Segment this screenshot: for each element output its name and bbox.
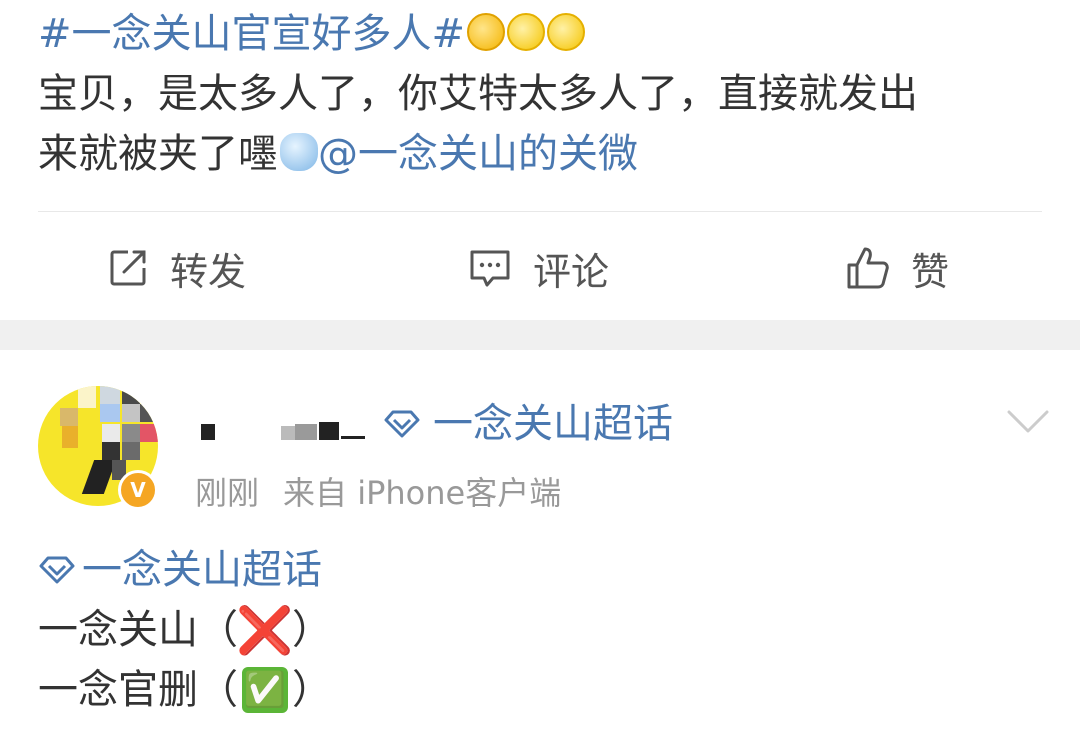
ice-emoji-icon — [280, 133, 318, 171]
post-card-2: V 一念关山超话 刚刚 来自 iPhone客户端 一念关山超话 一念关山 （ ❌… — [0, 350, 1080, 749]
verified-badge-icon: V — [118, 470, 158, 510]
paren-open: （ — [198, 667, 238, 713]
mention-link[interactable]: @一念关山的关微 — [318, 131, 638, 177]
diamond-icon — [384, 410, 420, 438]
body-line-2: 一念官删（✅） — [38, 660, 332, 720]
repost-label: 转发 — [170, 249, 247, 294]
laughing-tears-emoji-icon — [547, 13, 586, 51]
check-mark-icon: ✅ — [242, 667, 288, 713]
thumbs-up-icon — [847, 247, 889, 289]
post1-line-3: 来就被夹了嚜 @一念关山的关微 — [38, 126, 638, 182]
post2-body: 一念关山超话 一念关山（❌） 一念官删（✅） — [38, 540, 332, 720]
like-button[interactable]: 赞 — [845, 236, 949, 300]
comment-label: 评论 — [533, 249, 610, 294]
post1-line-2: 宝贝，是太多人了，你艾特太多人了，直接就发出 — [38, 71, 918, 117]
divider — [38, 211, 1042, 212]
diamond-icon — [39, 556, 75, 584]
post1-line-1: #一念关山官宣好多人# — [38, 6, 586, 62]
repost-button[interactable]: 转发 — [106, 236, 246, 300]
comment-icon — [470, 250, 510, 287]
post-meta: 刚刚 来自 iPhone客户端 — [195, 468, 561, 514]
paren-close: ） — [292, 667, 332, 713]
body-line-2-text: 一念官删 — [38, 667, 198, 713]
super-topic-label: 一念关山超话 — [433, 401, 673, 447]
comment-button[interactable]: 评论 — [467, 236, 609, 300]
body-line-1: 一念关山（❌） — [38, 600, 332, 660]
post-source: 来自 iPhone客户端 — [283, 474, 562, 512]
username-redacted[interactable] — [195, 400, 395, 460]
paren-close: ） — [292, 607, 332, 653]
zipped-mouth-emoji-icon — [467, 13, 506, 51]
cross-mark-icon: ❌ — [236, 603, 294, 657]
body-line-1-text: 一念关山 — [38, 607, 198, 653]
timestamp: 刚刚 — [195, 474, 260, 512]
body-topic-label: 一念关山超话 — [82, 547, 322, 593]
body-topic-link[interactable]: 一念关山超话 — [38, 540, 332, 600]
super-topic-link[interactable]: 一念关山超话 — [383, 396, 673, 452]
hashtag-link[interactable]: #一念关山官宣好多人# — [38, 11, 465, 57]
post1-line-3-text: 来就被夹了嚜 — [38, 131, 278, 177]
like-label: 赞 — [911, 249, 950, 294]
chevron-down-icon[interactable] — [1006, 408, 1050, 440]
paren-open: （ — [198, 607, 238, 653]
post1-action-bar: 转发 评论 赞 — [0, 236, 1080, 300]
post-card-1: #一念关山官宣好多人# 宝贝，是太多人了，你艾特太多人了，直接就发出 来就被夹了… — [0, 0, 1080, 320]
repost-icon — [110, 250, 146, 286]
feed-separator — [0, 320, 1080, 350]
crying-emoji-icon — [507, 13, 546, 51]
